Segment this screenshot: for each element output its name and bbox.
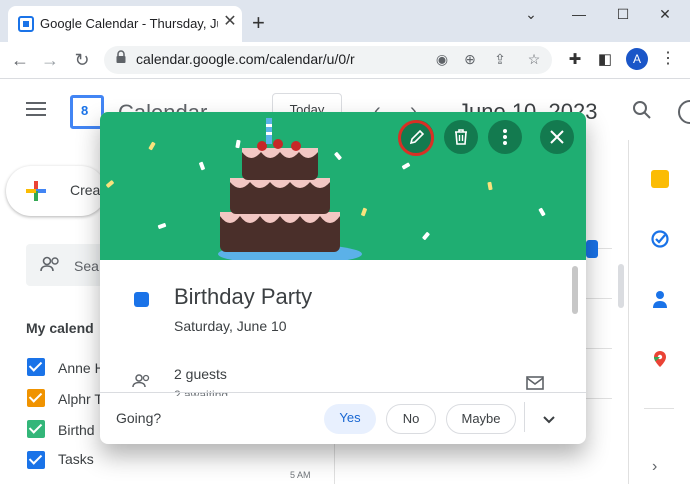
plus-icon: [26, 181, 46, 201]
popup-scrollbar[interactable]: [572, 266, 578, 314]
side-panel-icon[interactable]: ◧: [594, 49, 616, 71]
calendar-favicon-icon: [18, 16, 34, 32]
search-people-label: Sea: [74, 258, 99, 274]
tasks-icon[interactable]: [651, 230, 669, 248]
side-panel: [628, 140, 690, 484]
calendar-checkbox-alphr[interactable]: [27, 389, 45, 407]
calendar-name: Anne H: [58, 360, 105, 376]
event-title: Birthday Party: [174, 284, 313, 309]
keep-icon[interactable]: [651, 170, 669, 188]
tab-title: Google Calendar - Thursday, June: [40, 16, 218, 31]
browser-menu-icon[interactable]: ⋮: [660, 48, 676, 70]
confetti: [538, 207, 546, 217]
contacts-icon[interactable]: [651, 290, 669, 308]
main-menu-icon[interactable]: [26, 102, 46, 116]
window-close-icon[interactable]: ✕: [650, 6, 680, 24]
calendar-checkbox-tasks[interactable]: [27, 451, 45, 469]
extensions-icon[interactable]: ✚: [564, 49, 586, 71]
confetti: [401, 162, 411, 170]
trash-icon: [455, 129, 467, 145]
profile-avatar[interactable]: A: [626, 48, 648, 70]
time-label: 5 AM: [290, 470, 311, 480]
event-details-popup: Birthday Party Saturday, June 10 2 guest…: [100, 112, 586, 444]
url-text[interactable]: calendar.google.com/calendar/u/0/r: [136, 51, 355, 67]
edit-highlight-ring: [398, 120, 434, 156]
close-icon: [550, 130, 564, 144]
rsvp-yes-button[interactable]: Yes: [324, 404, 376, 434]
options-button[interactable]: [488, 120, 522, 154]
zoom-icon[interactable]: ⊕: [460, 49, 480, 69]
page-scrollbar[interactable]: [618, 264, 624, 308]
rsvp-no-button[interactable]: No: [386, 404, 436, 434]
tab-close-icon[interactable]: ✕: [220, 12, 240, 32]
my-calendars-heading[interactable]: My calend: [26, 320, 94, 336]
side-panel-divider: [644, 408, 674, 409]
calendar-logo: 8: [70, 95, 104, 129]
confetti: [421, 231, 431, 241]
eye-icon[interactable]: ◉: [432, 49, 452, 69]
calendar-name: Birthd: [58, 422, 95, 438]
bookmark-star-icon[interactable]: ☆: [524, 49, 544, 69]
confetti: [487, 181, 493, 191]
calendar-name: Alphr T: [58, 391, 103, 407]
create-label: Crea: [70, 182, 101, 198]
going-label: Going?: [116, 410, 162, 426]
event-chip[interactable]: [586, 240, 598, 258]
confetti: [198, 161, 206, 171]
rsvp-maybe-button[interactable]: Maybe: [446, 404, 516, 434]
birthday-cake-illustration: [218, 118, 362, 260]
close-popup-button[interactable]: [540, 120, 574, 154]
mail-icon[interactable]: [526, 376, 544, 390]
delete-event-button[interactable]: [444, 120, 478, 154]
grid-divider: [334, 440, 335, 484]
calendar-checkbox-anne[interactable]: [27, 358, 45, 376]
browser-tab[interactable]: Google Calendar - Thursday, June ✕: [8, 6, 242, 42]
confetti: [157, 222, 167, 230]
back-icon[interactable]: ←: [8, 48, 32, 72]
calendar-name: Tasks: [58, 451, 94, 467]
forward-icon[interactable]: →: [38, 48, 62, 72]
search-icon[interactable]: [632, 100, 652, 120]
guests-count[interactable]: 2 guests: [174, 366, 227, 382]
calendar-checkbox-birthdays[interactable]: [27, 420, 45, 438]
tab-search-icon[interactable]: ⌄: [516, 6, 546, 24]
more-vert-icon: [503, 129, 507, 145]
minimize-icon[interactable]: —: [564, 6, 594, 24]
event-color-swatch: [134, 292, 149, 307]
event-date: Saturday, June 10: [174, 318, 287, 334]
rsvp-divider: [524, 402, 525, 432]
logo-day: 8: [81, 103, 89, 118]
confetti: [148, 141, 156, 151]
people-icon: [40, 256, 59, 272]
maps-icon[interactable]: [651, 350, 669, 368]
expand-panel-chevron-icon[interactable]: ›: [652, 458, 657, 476]
confetti: [105, 179, 115, 189]
reload-icon[interactable]: ↻: [70, 48, 94, 72]
footer-divider: [100, 392, 586, 393]
guests-icon: [132, 374, 150, 388]
new-tab-icon[interactable]: +: [252, 12, 265, 34]
lock-icon: [116, 50, 126, 63]
help-icon[interactable]: [678, 100, 690, 124]
maximize-icon[interactable]: ☐: [608, 6, 638, 24]
chevron-down-icon[interactable]: [542, 412, 556, 426]
share-icon[interactable]: ⇪: [490, 49, 510, 69]
